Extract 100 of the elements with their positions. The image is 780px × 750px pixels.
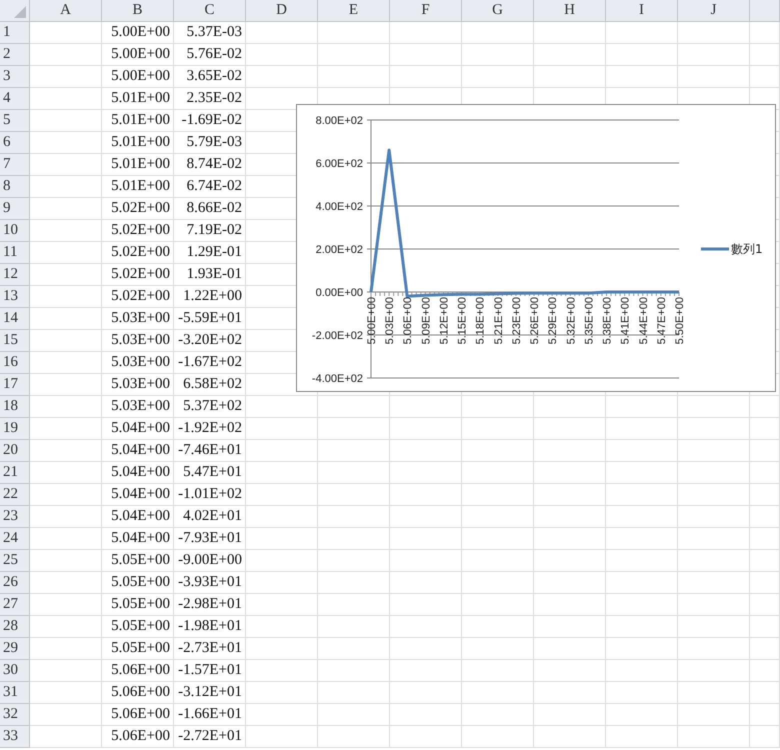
row-header[interactable]: 24 (0, 528, 30, 550)
column-header[interactable]: C (174, 0, 246, 22)
row-header[interactable]: 9 (0, 198, 30, 220)
row-header[interactable]: 27 (0, 594, 30, 616)
table-cell: 2.35E-02 (174, 88, 246, 110)
column-header[interactable]: J (678, 0, 750, 22)
row-header[interactable]: 13 (0, 286, 30, 308)
row-header[interactable]: 14 (0, 308, 30, 330)
table-cell (246, 462, 318, 484)
row-header[interactable]: 30 (0, 660, 30, 682)
row-header[interactable]: 12 (0, 264, 30, 286)
column-header[interactable]: D (246, 0, 318, 22)
row-header[interactable]: 22 (0, 484, 30, 506)
column-header[interactable]: E (318, 0, 390, 22)
row-header[interactable]: 31 (0, 682, 30, 704)
table-cell (30, 220, 102, 242)
table-cell: 5.01E+00 (102, 110, 174, 132)
column-header[interactable]: A (30, 0, 102, 22)
axis-label: 5.26E+00 (529, 297, 542, 344)
table-cell: 5.37E+02 (174, 396, 246, 418)
table-cell (30, 264, 102, 286)
table-cell (390, 616, 462, 638)
table-cell (606, 44, 678, 66)
table-cell (678, 726, 750, 748)
table-cell: 1.93E-01 (174, 264, 246, 286)
table-cell (30, 88, 102, 110)
table-cell: 5.03E+00 (102, 352, 174, 374)
column-header[interactable]: F (390, 0, 462, 22)
row-header[interactable]: 3 (0, 66, 30, 88)
table-cell: 7.19E-02 (174, 220, 246, 242)
table-cell (750, 638, 780, 660)
column-header[interactable]: I (606, 0, 678, 22)
select-all-button[interactable] (0, 0, 30, 22)
table-cell: -9.00E+00 (174, 550, 246, 572)
table-cell: 5.05E+00 (102, 594, 174, 616)
table-cell (606, 396, 678, 418)
row-header[interactable]: 15 (0, 330, 30, 352)
row-header[interactable]: 8 (0, 176, 30, 198)
table-cell (318, 594, 390, 616)
table-cell (606, 704, 678, 726)
row-header[interactable]: 16 (0, 352, 30, 374)
axis-label: 5.15E+00 (456, 297, 469, 344)
table-cell (30, 132, 102, 154)
table-cell (246, 506, 318, 528)
table-cell (750, 484, 780, 506)
row-header[interactable]: 11 (0, 242, 30, 264)
column-header[interactable] (750, 0, 780, 22)
row-header[interactable]: 19 (0, 418, 30, 440)
table-cell (534, 726, 606, 748)
table-cell: 5.00E+00 (102, 66, 174, 88)
table-cell (606, 528, 678, 550)
table-cell (678, 440, 750, 462)
table-cell: 5.04E+00 (102, 506, 174, 528)
table-cell: 5.01E+00 (102, 88, 174, 110)
axis-label: 5.09E+00 (420, 297, 432, 344)
row-header[interactable]: 21 (0, 462, 30, 484)
row-header[interactable]: 17 (0, 374, 30, 396)
axis-label: 5.47E+00 (656, 297, 668, 344)
table-cell (30, 176, 102, 198)
row-header[interactable]: 23 (0, 506, 30, 528)
table-cell (750, 550, 780, 572)
column-header[interactable]: B (102, 0, 174, 22)
column-header[interactable]: H (534, 0, 606, 22)
row-header[interactable]: 6 (0, 132, 30, 154)
table-cell (678, 616, 750, 638)
row-header[interactable]: 7 (0, 154, 30, 176)
table-cell (462, 22, 534, 44)
row-header[interactable]: 5 (0, 110, 30, 132)
row-header[interactable]: 28 (0, 616, 30, 638)
table-cell (30, 726, 102, 748)
table-cell (678, 506, 750, 528)
table-cell (318, 528, 390, 550)
table-cell (462, 726, 534, 748)
table-cell (534, 418, 606, 440)
row-header[interactable]: 26 (0, 572, 30, 594)
column-header[interactable]: G (462, 0, 534, 22)
row-header[interactable]: 2 (0, 44, 30, 66)
row-header[interactable]: 1 (0, 22, 30, 44)
table-cell (246, 660, 318, 682)
row-header[interactable]: 25 (0, 550, 30, 572)
row-header[interactable]: 4 (0, 88, 30, 110)
axis-label: 5.44E+00 (638, 297, 650, 344)
table-cell (318, 704, 390, 726)
row-header[interactable]: 18 (0, 396, 30, 418)
table-cell (390, 484, 462, 506)
table-cell (606, 506, 678, 528)
axis-label: 8.00E+02 (316, 115, 363, 127)
row-header[interactable]: 29 (0, 638, 30, 660)
axis-label: 5.06E+00 (402, 297, 414, 344)
axis-label: 6.00E+02 (316, 158, 363, 170)
row-header[interactable]: 32 (0, 704, 30, 726)
table-cell (678, 572, 750, 594)
table-cell (246, 550, 318, 572)
table-cell (462, 594, 534, 616)
table-cell (390, 550, 462, 572)
table-cell (318, 616, 390, 638)
table-cell (318, 572, 390, 594)
row-header[interactable]: 10 (0, 220, 30, 242)
row-header[interactable]: 33 (0, 726, 30, 748)
row-header[interactable]: 20 (0, 440, 30, 462)
